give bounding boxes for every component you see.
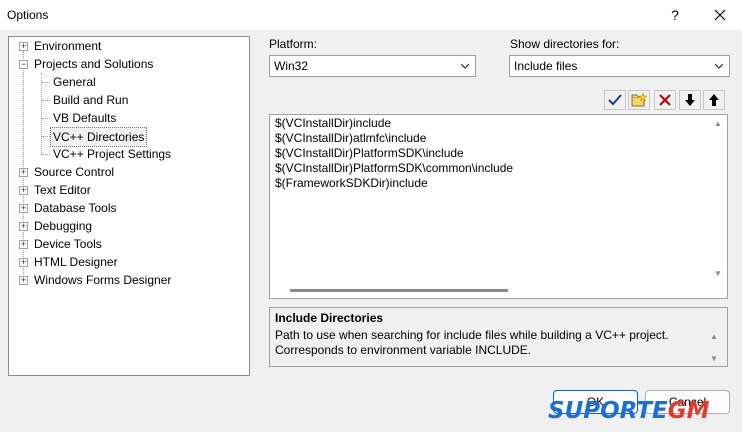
tree-item-label: General (53, 75, 96, 89)
collapse-icon[interactable]: − (19, 60, 28, 69)
tree-item-label-selected: VC++ Directories (50, 127, 148, 147)
tree-item-vc-project-settings[interactable]: VC++ Project Settings (9, 145, 249, 163)
delete-button[interactable] (654, 90, 676, 110)
tree-item-label: Debugging (34, 219, 93, 233)
description-title: Include Directories (275, 311, 384, 325)
options-tree[interactable]: + Environment − Projects and Solutions G… (8, 36, 250, 376)
platform-label: Platform: (269, 37, 318, 51)
tree-item-label: Source Control (34, 165, 115, 179)
tree-item-label: Environment (34, 39, 102, 53)
tree-item-database-tools[interactable]: + Database Tools (9, 199, 249, 217)
list-item[interactable]: $(VCInstallDir)PlatformSDK\include (275, 146, 464, 161)
new-folder-icon (631, 93, 647, 107)
show-directories-dropdown[interactable]: Include files (509, 55, 730, 77)
expand-icon[interactable]: + (19, 204, 28, 213)
close-button[interactable] (700, 0, 740, 30)
expand-icon[interactable]: + (19, 186, 28, 195)
watermark-logo: SUPORTEGM (548, 398, 710, 428)
list-item[interactable]: $(FrameworkSDKDir)include (275, 176, 428, 191)
expand-icon[interactable]: + (19, 258, 28, 267)
show-directories-value: Include files (514, 59, 578, 73)
watermark-part1: SUPORTE (548, 398, 668, 424)
tree-item-label: Build and Run (53, 93, 129, 107)
tree-item-html-designer[interactable]: + HTML Designer (9, 253, 249, 271)
tree-item-label: Device Tools (34, 237, 102, 251)
arrow-down-icon (685, 94, 695, 106)
help-button[interactable]: ? (655, 0, 695, 30)
tree-item-label: Database Tools (34, 201, 117, 215)
tree-item-projects-and-solutions[interactable]: − Projects and Solutions (9, 55, 249, 73)
directories-list[interactable]: $(VCInstallDir)include $(VCInstallDir)at… (269, 114, 728, 299)
close-icon (714, 9, 726, 21)
watermark-part2: GM (667, 398, 710, 424)
tree-item-vc-directories[interactable]: VC++ Directories (9, 127, 249, 147)
vertical-scrollbar[interactable]: ▲ ▼ (710, 115, 727, 283)
tree-item-vb-defaults[interactable]: VB Defaults (9, 109, 249, 127)
expand-icon[interactable]: + (19, 42, 28, 51)
platform-dropdown[interactable]: Win32 (269, 55, 476, 77)
tree-item-environment[interactable]: + Environment (9, 37, 249, 55)
checkmark-icon (608, 94, 622, 106)
scroll-up-icon[interactable]: ▲ (714, 119, 722, 128)
expand-icon[interactable]: + (19, 240, 28, 249)
window-title: Options (7, 8, 49, 22)
tree-item-device-tools[interactable]: + Device Tools (9, 235, 249, 253)
tree-item-general[interactable]: General (9, 73, 249, 91)
accept-button[interactable] (604, 90, 626, 110)
description-panel: Include Directories Path to use when sea… (269, 307, 728, 367)
tree-item-label: Windows Forms Designer (34, 273, 172, 287)
tree-item-label: Text Editor (34, 183, 91, 197)
move-down-button[interactable] (679, 90, 701, 110)
scroll-up-icon[interactable]: ▲ (710, 332, 718, 341)
show-directories-label: Show directories for: (510, 37, 620, 51)
expand-icon[interactable]: + (19, 168, 28, 177)
platform-value: Win32 (274, 59, 309, 73)
chevron-down-icon (715, 63, 723, 69)
list-item[interactable]: $(VCInstallDir)atlmfc\include (275, 131, 426, 146)
move-up-button[interactable] (703, 90, 725, 110)
chevron-down-icon (461, 63, 469, 69)
horizontal-scrollbar[interactable] (270, 283, 711, 298)
tree-item-label: Projects and Solutions (34, 57, 154, 71)
list-item[interactable]: $(VCInstallDir)include (275, 116, 391, 131)
tree-item-source-control[interactable]: + Source Control (9, 163, 249, 181)
tree-item-text-editor[interactable]: + Text Editor (9, 181, 249, 199)
description-text: Path to use when searching for include f… (275, 328, 669, 357)
delete-icon (659, 94, 671, 106)
list-item[interactable]: $(VCInstallDir)PlatformSDK\common\includ… (275, 161, 513, 176)
expand-icon[interactable]: + (19, 276, 28, 285)
expand-icon[interactable]: + (19, 222, 28, 231)
scroll-thumb[interactable] (290, 289, 508, 292)
new-line-button[interactable] (628, 90, 650, 110)
tree-item-label: VB Defaults (53, 111, 117, 125)
scroll-down-icon[interactable]: ▼ (714, 269, 722, 278)
tree-item-label: HTML Designer (34, 255, 118, 269)
tree-item-label: VC++ Project Settings (53, 147, 172, 161)
arrow-up-icon (709, 94, 719, 106)
tree-item-debugging[interactable]: + Debugging (9, 217, 249, 235)
scroll-down-icon[interactable]: ▼ (710, 354, 718, 363)
tree-item-windows-forms-designer[interactable]: + Windows Forms Designer (9, 271, 249, 289)
tree-item-build-and-run[interactable]: Build and Run (9, 91, 249, 109)
title-bar: Options ? (0, 0, 742, 30)
